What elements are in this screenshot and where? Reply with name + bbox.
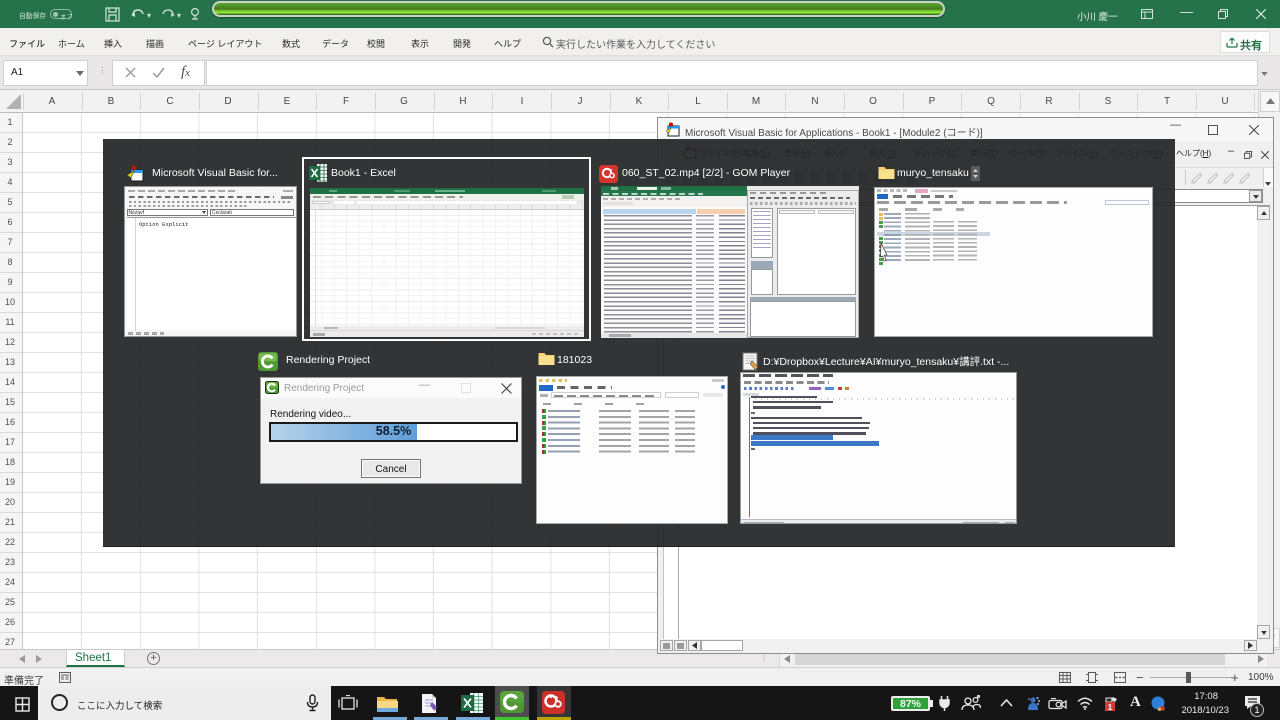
svg-text:1: 1 (1108, 703, 1113, 712)
